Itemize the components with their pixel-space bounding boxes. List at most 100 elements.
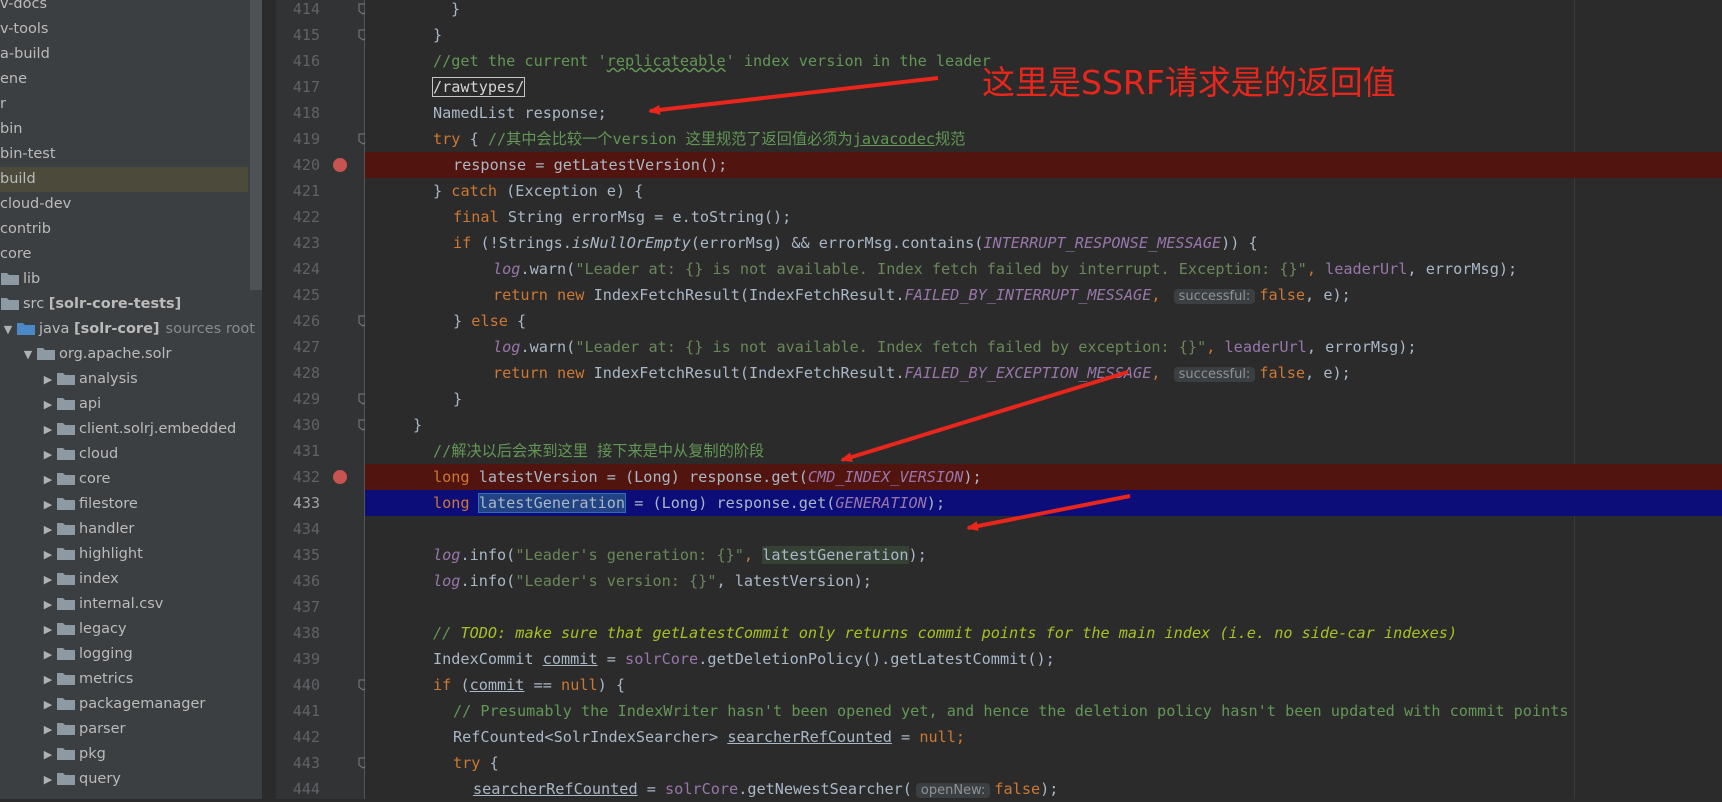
- code-line-432-breakpoint[interactable]: long latestVersion = (Long) response.get…: [365, 464, 1722, 490]
- tree-item[interactable]: ▶ index: [0, 567, 248, 592]
- chevron-right-icon[interactable]: ▶: [40, 542, 56, 567]
- line-number[interactable]: 429: [276, 386, 320, 412]
- tree-item[interactable]: ▼ org.apache.solr: [0, 342, 248, 367]
- code-line-419[interactable]: try { //其中会比较一个version 这里规范了返回值必须为javaco…: [365, 126, 1722, 152]
- tree-item[interactable]: ▶ internal.csv: [0, 592, 248, 617]
- code-line-443[interactable]: try {: [365, 750, 1722, 776]
- tree-item[interactable]: ▶ highlight: [0, 542, 248, 567]
- code-line-425[interactable]: return new IndexFetchResult(IndexFetchRe…: [365, 282, 1722, 308]
- tree-item[interactable]: ▶ parser: [0, 717, 248, 742]
- chevron-right-icon[interactable]: ▶: [40, 442, 56, 467]
- tree-item[interactable]: cloud-dev: [0, 192, 248, 217]
- code-line-426[interactable]: } else {: [365, 308, 1722, 334]
- chevron-right-icon[interactable]: ▶: [40, 417, 56, 442]
- code-line-428[interactable]: return new IndexFetchResult(IndexFetchRe…: [365, 360, 1722, 386]
- line-number[interactable]: 441: [276, 698, 320, 724]
- tree-item[interactable]: ▶ client.solrj.embedded: [0, 417, 248, 442]
- line-number[interactable]: 431: [276, 438, 320, 464]
- tree-item[interactable]: v-tools: [0, 17, 248, 42]
- breakpoint-icon[interactable]: [333, 470, 347, 484]
- chevron-right-icon[interactable]: ▶: [40, 567, 56, 592]
- chevron-down-icon[interactable]: ▼: [0, 317, 16, 342]
- code-line-442[interactable]: RefCounted<SolrIndexSearcher> searcherRe…: [365, 724, 1722, 750]
- chevron-right-icon[interactable]: ▶: [40, 692, 56, 717]
- tree-item[interactable]: ▶ filestore: [0, 492, 248, 517]
- tree-item[interactable]: ▶ legacy: [0, 617, 248, 642]
- tree-item[interactable]: build: [0, 167, 248, 192]
- tree-item[interactable]: v-docs: [0, 0, 248, 17]
- code-line-441[interactable]: // Presumably the IndexWriter hasn't bee…: [365, 698, 1722, 724]
- tree-item[interactable]: contrib: [0, 217, 248, 242]
- code-line-440[interactable]: if (commit == null) {: [365, 672, 1722, 698]
- tree-item[interactable]: ▶ analysis: [0, 367, 248, 392]
- tree-item[interactable]: ▶ api: [0, 392, 248, 417]
- code-line-424[interactable]: log.warn("Leader at: {} is not available…: [365, 256, 1722, 282]
- tree-item[interactable]: ▶ cloud: [0, 442, 248, 467]
- chevron-right-icon[interactable]: ▶: [40, 742, 56, 767]
- tree-item[interactable]: src [solr-core-tests]: [0, 292, 248, 317]
- line-number[interactable]: 433: [276, 490, 320, 516]
- line-number[interactable]: 443: [276, 750, 320, 776]
- chevron-right-icon[interactable]: ▶: [40, 467, 56, 492]
- line-number[interactable]: 435: [276, 542, 320, 568]
- code-line-439[interactable]: IndexCommit commit = solrCore.getDeletio…: [365, 646, 1722, 672]
- chevron-right-icon[interactable]: ▶: [40, 667, 56, 692]
- code-line-421[interactable]: } catch (Exception e) {: [365, 178, 1722, 204]
- tree-item[interactable]: ▶ query: [0, 767, 248, 792]
- line-number[interactable]: 424: [276, 256, 320, 282]
- line-number[interactable]: 423: [276, 230, 320, 256]
- line-number[interactable]: 415: [276, 22, 320, 48]
- code-line-427[interactable]: log.warn("Leader at: {} is not available…: [365, 334, 1722, 360]
- tree-scrollbar[interactable]: [250, 0, 262, 290]
- code-line-436[interactable]: log.info("Leader's version: {}", latestV…: [365, 568, 1722, 594]
- code-line-435[interactable]: log.info("Leader's generation: {}", late…: [365, 542, 1722, 568]
- line-number[interactable]: 439: [276, 646, 320, 672]
- tree-item[interactable]: ▶ logging: [0, 642, 248, 667]
- line-number[interactable]: 427: [276, 334, 320, 360]
- editor-gutter[interactable]: 414 415 416 417 418 419 420 421 422 423 424 425 426 4…: [276, 0, 368, 799]
- code-line-415[interactable]: }: [365, 22, 1722, 48]
- code-line-431[interactable]: //解决以后会来到这里 接下来是中从复制的阶段: [365, 438, 1722, 464]
- tree-item[interactable]: core: [0, 242, 248, 267]
- code-line-423[interactable]: if (!Strings.isNullOrEmpty(errorMsg) && …: [365, 230, 1722, 256]
- line-number[interactable]: 434: [276, 516, 320, 542]
- chevron-right-icon[interactable]: ▶: [40, 717, 56, 742]
- line-number[interactable]: 430: [276, 412, 320, 438]
- tree-item[interactable]: ▼ java [solr-core] sources root: [0, 317, 255, 342]
- tree-item[interactable]: ▶ pkg: [0, 742, 248, 767]
- line-number[interactable]: 442: [276, 724, 320, 750]
- tree-item[interactable]: ▶ packagemanager: [0, 692, 248, 717]
- code-line-430[interactable]: }: [365, 412, 1722, 438]
- line-number[interactable]: 428: [276, 360, 320, 386]
- chevron-right-icon[interactable]: ▶: [40, 642, 56, 667]
- code-line-433-current[interactable]: long latestGeneration = (Long) response.…: [365, 490, 1722, 516]
- tree-item[interactable]: lib: [0, 267, 248, 292]
- tree-item[interactable]: ▶ metrics: [0, 667, 248, 692]
- code-line-438[interactable]: // TODO: make sure that getLatestCommit …: [365, 620, 1722, 646]
- chevron-right-icon[interactable]: ▶: [40, 492, 56, 517]
- chevron-right-icon[interactable]: ▶: [40, 367, 56, 392]
- code-line-437[interactable]: [365, 594, 1722, 620]
- chevron-right-icon[interactable]: ▶: [40, 767, 56, 792]
- line-number[interactable]: 421: [276, 178, 320, 204]
- line-number[interactable]: 422: [276, 204, 320, 230]
- code-line-429[interactable]: }: [365, 386, 1722, 412]
- line-number[interactable]: 425: [276, 282, 320, 308]
- line-number[interactable]: 436: [276, 568, 320, 594]
- tree-item[interactable]: a-build: [0, 42, 248, 67]
- line-number[interactable]: 418: [276, 100, 320, 126]
- line-number[interactable]: 416: [276, 48, 320, 74]
- line-number[interactable]: 420: [276, 152, 320, 178]
- tree-item[interactable]: bin: [0, 117, 248, 142]
- code-line-420-breakpoint[interactable]: response = getLatestVersion();: [365, 152, 1722, 178]
- chevron-right-icon[interactable]: ▶: [40, 392, 56, 417]
- breakpoint-icon[interactable]: [333, 158, 347, 172]
- tree-item[interactable]: r: [0, 92, 248, 117]
- line-number[interactable]: 417: [276, 74, 320, 100]
- tree-item[interactable]: ▶ handler: [0, 517, 248, 542]
- tree-item[interactable]: ene: [0, 67, 248, 92]
- code-line-414[interactable]: }: [365, 0, 1722, 22]
- chevron-right-icon[interactable]: ▶: [40, 517, 56, 542]
- code-line-434[interactable]: [365, 516, 1722, 542]
- line-number[interactable]: 432: [276, 464, 320, 490]
